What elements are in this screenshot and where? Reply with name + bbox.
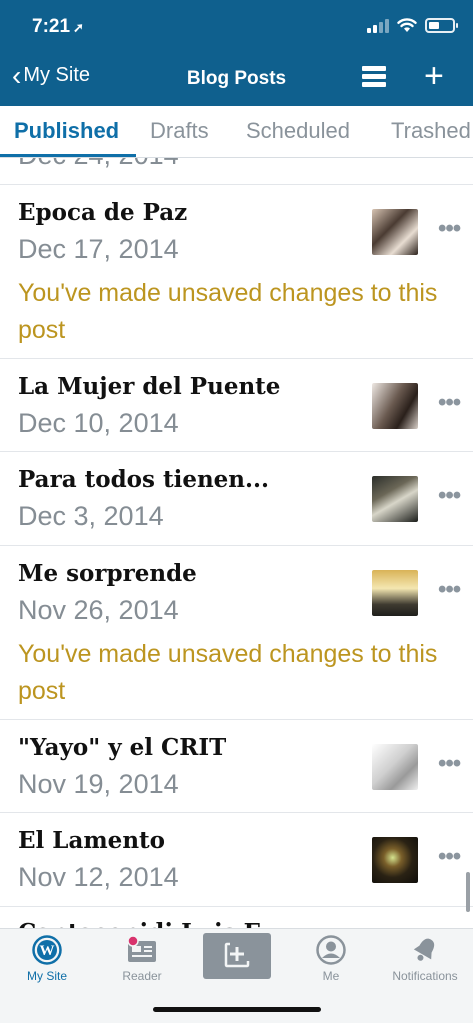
- user-icon: [316, 935, 346, 965]
- tabbar-label: Me: [322, 969, 340, 983]
- more-options-icon[interactable]: •••: [438, 215, 461, 243]
- post-thumbnail: [372, 383, 418, 429]
- post-title: La Mujer del Puente: [18, 373, 281, 400]
- tabbar-notifications[interactable]: Notifications: [378, 929, 472, 999]
- list-item[interactable]: Me sorprende Nov 26, 2014 You've made un…: [0, 546, 473, 720]
- bell-icon: [413, 938, 435, 961]
- post-date: Nov 26, 2014: [18, 595, 179, 625]
- battery-icon: [425, 18, 458, 33]
- reader-icon: [127, 936, 156, 962]
- post-date: Nov 12, 2014: [18, 862, 179, 892]
- post-date: Dec 17, 2014: [18, 234, 179, 264]
- more-options-icon[interactable]: •••: [438, 482, 461, 510]
- status-icons: [367, 18, 458, 33]
- home-indicator[interactable]: [153, 1007, 321, 1012]
- wifi-icon: [397, 18, 417, 32]
- post-title: Cantaconidi Luis F: [18, 919, 260, 928]
- tabbar-label: Notifications: [392, 969, 458, 983]
- tabbar-label: Reader: [122, 969, 162, 983]
- post-date: Dec 10, 2014: [18, 408, 179, 438]
- unsaved-changes-notice: You've made unsaved changes to this post: [18, 640, 438, 705]
- tabbar-reader[interactable]: Reader: [95, 929, 189, 999]
- more-options-icon[interactable]: •••: [438, 576, 461, 604]
- write-post-icon: [203, 933, 271, 979]
- tabbar-my-site[interactable]: W My Site: [0, 929, 94, 999]
- post-list[interactable]: Dec 24, 2014 Epoca de Paz Dec 17, 2014 Y…: [0, 158, 473, 928]
- post-thumbnail: [372, 837, 418, 883]
- tab-trashed[interactable]: Trashed: [391, 118, 471, 144]
- list-item[interactable]: Epoca de Paz Dec 17, 2014 You've made un…: [0, 185, 473, 359]
- app-header: 7:21 ➚ ‹ My Site Blog Posts +: [0, 0, 473, 106]
- tabbar-label: My Site: [26, 969, 67, 983]
- unsaved-changes-notice: You've made unsaved changes to this post: [18, 279, 438, 344]
- more-options-icon[interactable]: •••: [438, 843, 461, 871]
- post-date: Dec 3, 2014: [18, 501, 164, 531]
- post-date: Nov 19, 2014: [18, 769, 179, 799]
- list-item[interactable]: "Yayo" y el CRIT Nov 19, 2014 •••: [0, 720, 473, 813]
- cellular-signal-icon: [367, 18, 389, 33]
- active-tab-indicator: [0, 154, 136, 157]
- more-options-icon[interactable]: •••: [438, 389, 461, 417]
- list-view-toggle-icon[interactable]: [362, 66, 386, 88]
- list-item[interactable]: Dec 24, 2014: [0, 158, 473, 185]
- tab-drafts[interactable]: Drafts: [150, 118, 209, 144]
- more-options-icon[interactable]: •••: [438, 750, 461, 778]
- post-title: Para todos tienen...: [18, 466, 270, 493]
- post-thumbnail: [372, 744, 418, 790]
- post-thumbnail: [372, 476, 418, 522]
- post-status-tabs: Published Drafts Scheduled Trashed: [0, 106, 473, 158]
- tab-scheduled[interactable]: Scheduled: [246, 118, 350, 144]
- tabbar-write[interactable]: [190, 929, 284, 999]
- tabbar-me[interactable]: Me: [284, 929, 378, 999]
- tab-published[interactable]: Published: [14, 118, 119, 144]
- post-title: "Yayo" y el CRIT: [18, 734, 227, 761]
- post-thumbnail: [372, 570, 418, 616]
- post-title: Me sorprende: [18, 560, 197, 587]
- page-title: Blog Posts: [186, 68, 287, 89]
- wordpress-icon: W: [32, 935, 62, 965]
- list-item[interactable]: El Lamento Nov 12, 2014 •••: [0, 813, 473, 907]
- post-thumbnail: [372, 209, 418, 255]
- post-title: Epoca de Paz: [18, 199, 188, 226]
- list-item[interactable]: Para todos tienen... Dec 3, 2014 •••: [0, 452, 473, 546]
- add-post-button[interactable]: +: [424, 59, 444, 93]
- list-item[interactable]: La Mujer del Puente Dec 10, 2014 •••: [0, 359, 473, 452]
- svg-text:W: W: [40, 943, 55, 959]
- location-icon: ➚: [73, 20, 84, 35]
- post-date: Dec 24, 2014: [18, 158, 179, 171]
- scrollbar[interactable]: [466, 872, 470, 912]
- status-time: 7:21 ➚: [32, 16, 84, 37]
- list-item[interactable]: Cantaconidi Luis F: [0, 907, 473, 928]
- post-title: El Lamento: [18, 827, 166, 854]
